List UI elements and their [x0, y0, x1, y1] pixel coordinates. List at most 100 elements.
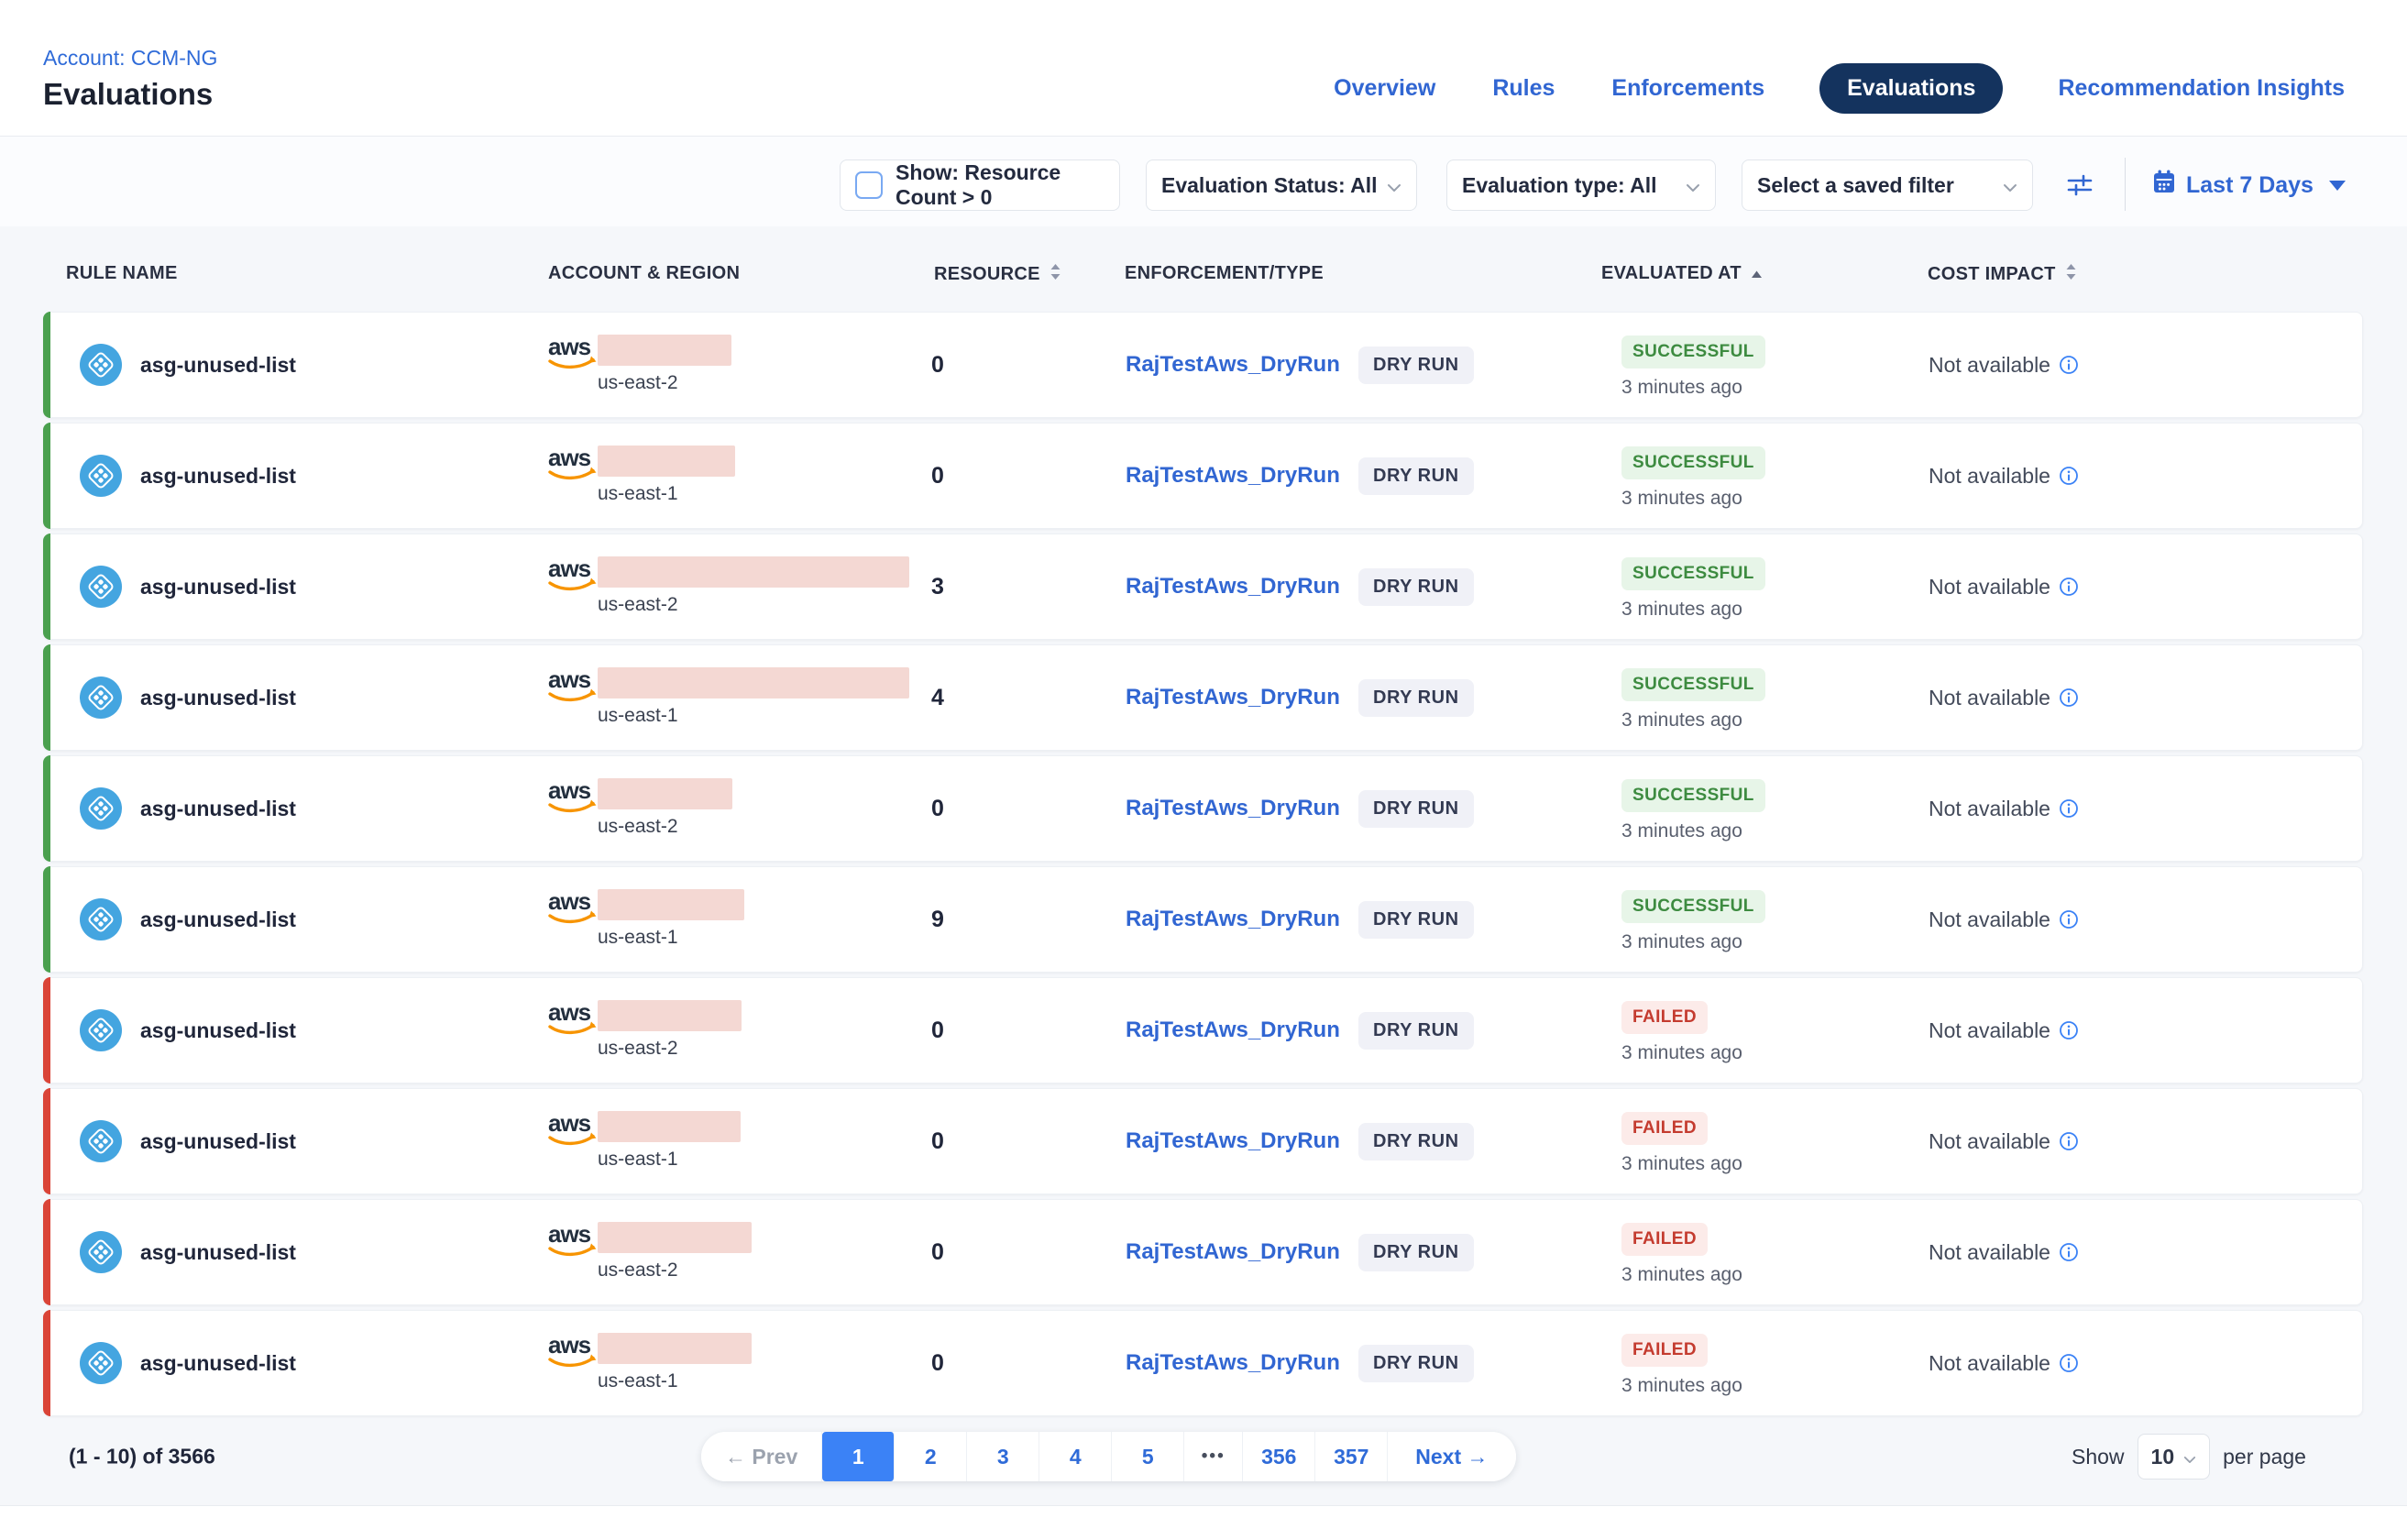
- info-icon[interactable]: [2059, 1353, 2079, 1373]
- governance-rule-icon: [80, 1120, 122, 1162]
- rule-name: asg-unused-list: [140, 1018, 296, 1043]
- rule-name: asg-unused-list: [140, 686, 296, 710]
- info-icon[interactable]: [2059, 688, 2079, 708]
- svg-text:aws: aws: [548, 444, 591, 471]
- saved-filter-placeholder: Select a saved filter: [1757, 173, 1954, 198]
- page-size-value: 10: [2151, 1445, 2175, 1469]
- header-divider: [0, 136, 2407, 137]
- column-header-cost-impact[interactable]: COST IMPACT: [1928, 263, 2077, 286]
- pagination-button[interactable]: 2: [895, 1432, 967, 1481]
- info-icon[interactable]: [2059, 1020, 2079, 1040]
- cost-impact-value: Not available: [1929, 353, 2050, 378]
- pagination-button[interactable]: •••: [1184, 1432, 1243, 1481]
- evaluation-status-dropdown[interactable]: Evaluation Status: All: [1146, 160, 1417, 211]
- type-cell: DRY RUN: [1358, 645, 1474, 750]
- governance-rule-icon: [80, 1342, 122, 1384]
- column-header-resource[interactable]: RESOURCE: [934, 263, 1061, 286]
- enforcement-link[interactable]: RajTestAws_DryRun: [1126, 1311, 1340, 1415]
- account-region-cell: aws us-east-2: [548, 778, 732, 838]
- dry-run-badge: DRY RUN: [1358, 346, 1474, 384]
- aws-logo-icon: aws: [548, 1222, 590, 1265]
- sort-asc-icon[interactable]: [1751, 263, 1763, 284]
- pagination-button[interactable]: 356: [1243, 1432, 1315, 1481]
- table-row[interactable]: asg-unused-list aws us-east-1 9 RajTestA…: [43, 866, 2363, 973]
- filter-divider: [2125, 158, 2126, 211]
- evaluated-at-cell: SUCCESSFUL 3 minutes ago: [1621, 779, 1765, 842]
- account-region-cell: aws us-east-1: [548, 1333, 752, 1392]
- page-size-select[interactable]: 10: [2138, 1434, 2211, 1480]
- enforcement-link[interactable]: RajTestAws_DryRun: [1126, 978, 1340, 1083]
- nav-tab[interactable]: Rules: [1490, 63, 1556, 114]
- cost-impact-cell: Not available: [1929, 645, 2079, 750]
- resource-count-checkbox[interactable]: [855, 171, 883, 199]
- table-row[interactable]: asg-unused-list aws us-east-2 3 RajTestA…: [43, 534, 2363, 640]
- cost-impact-cell: Not available: [1929, 424, 2079, 528]
- evaluation-type-dropdown[interactable]: Evaluation type: All: [1446, 160, 1716, 211]
- svg-text:aws: aws: [548, 887, 591, 915]
- table-row[interactable]: asg-unused-list aws us-east-2 0 RajTestA…: [43, 312, 2363, 418]
- aws-logo-icon: aws: [548, 778, 590, 821]
- governance-rule-icon: [80, 1231, 122, 1273]
- pagination-button[interactable]: 5: [1112, 1432, 1184, 1481]
- enforcement-link[interactable]: RajTestAws_DryRun: [1126, 1200, 1340, 1304]
- evaluated-at-cell: SUCCESSFUL 3 minutes ago: [1621, 336, 1765, 399]
- enforcement-link[interactable]: RajTestAws_DryRun: [1126, 313, 1340, 417]
- sort-icon[interactable]: [1050, 263, 1061, 286]
- svg-text:aws: aws: [548, 776, 591, 804]
- table-row[interactable]: asg-unused-list aws us-east-2 0 RajTestA…: [43, 977, 2363, 1084]
- nav-tab[interactable]: Recommendation Insights: [2056, 63, 2347, 114]
- enforcement-link[interactable]: RajTestAws_DryRun: [1126, 534, 1340, 639]
- pagination-button[interactable]: 357: [1315, 1432, 1388, 1481]
- table-row[interactable]: asg-unused-list aws us-east-2 0 RajTestA…: [43, 1199, 2363, 1305]
- pagination-button[interactable]: 3: [967, 1432, 1039, 1481]
- info-icon[interactable]: [2059, 577, 2079, 597]
- info-icon[interactable]: [2059, 798, 2079, 819]
- info-icon[interactable]: [2059, 1242, 2079, 1262]
- table-row[interactable]: asg-unused-list aws us-east-1 0 RajTestA…: [43, 423, 2363, 529]
- pagination-button[interactable]: ← Prev: [701, 1432, 822, 1481]
- enforcement-link[interactable]: RajTestAws_DryRun: [1126, 424, 1340, 528]
- resource-count-filter[interactable]: Show: Resource Count > 0: [840, 160, 1120, 211]
- region-label: us-east-1: [598, 1149, 741, 1171]
- region-label: us-east-2: [598, 816, 732, 838]
- status-accent-bar: [43, 1310, 50, 1416]
- info-icon[interactable]: [2059, 466, 2079, 486]
- info-icon[interactable]: [2059, 909, 2079, 930]
- cost-impact-cell: Not available: [1929, 534, 2079, 639]
- governance-rule-icon: [80, 676, 122, 719]
- info-icon[interactable]: [2059, 355, 2079, 375]
- column-header-rule-name: RULE NAME: [66, 263, 178, 284]
- date-range-picker[interactable]: Last 7 Days: [2152, 160, 2346, 211]
- type-cell: DRY RUN: [1358, 1200, 1474, 1304]
- breadcrumb-account-link[interactable]: Account: CCM-NG: [43, 46, 217, 71]
- nav-tab[interactable]: Evaluations: [1819, 63, 2003, 114]
- pagination-button[interactable]: Next →: [1388, 1432, 1515, 1481]
- table-row[interactable]: asg-unused-list aws us-east-2 0 RajTestA…: [43, 755, 2363, 862]
- chevron-down-icon: [1387, 173, 1401, 198]
- enforcement-link[interactable]: RajTestAws_DryRun: [1126, 645, 1340, 750]
- enforcement-link[interactable]: RajTestAws_DryRun: [1126, 867, 1340, 972]
- cost-impact-cell: Not available: [1929, 1089, 2079, 1194]
- status-badge: SUCCESSFUL: [1621, 890, 1765, 923]
- table-row[interactable]: asg-unused-list aws us-east-1 0 RajTestA…: [43, 1310, 2363, 1416]
- nav-tab[interactable]: Overview: [1332, 63, 1437, 114]
- filter-sliders-icon[interactable]: [2065, 170, 2094, 200]
- enforcement-link[interactable]: RajTestAws_DryRun: [1126, 756, 1340, 861]
- table-row[interactable]: asg-unused-list aws us-east-1 4 RajTestA…: [43, 644, 2363, 751]
- saved-filter-dropdown[interactable]: Select a saved filter: [1742, 160, 2033, 211]
- cost-impact-cell: Not available: [1929, 1311, 2079, 1415]
- table-row[interactable]: asg-unused-list aws us-east-1 0 RajTestA…: [43, 1088, 2363, 1194]
- info-icon[interactable]: [2059, 1131, 2079, 1151]
- pagination-button[interactable]: 1: [822, 1432, 895, 1481]
- column-header-evaluated-at[interactable]: EVALUATED AT: [1601, 263, 1763, 284]
- resource-count-label: Show: Resource Count > 0: [896, 160, 1105, 210]
- sort-icon[interactable]: [2065, 263, 2077, 286]
- pagination-button[interactable]: 4: [1039, 1432, 1112, 1481]
- evaluated-time: 3 minutes ago: [1621, 931, 1742, 953]
- region-label: us-east-2: [598, 372, 731, 394]
- status-accent-bar: [43, 534, 50, 640]
- redacted-account-id: [598, 667, 909, 698]
- nav-tab[interactable]: Enforcements: [1610, 63, 1766, 114]
- status-badge: SUCCESSFUL: [1621, 557, 1765, 590]
- enforcement-link[interactable]: RajTestAws_DryRun: [1126, 1089, 1340, 1194]
